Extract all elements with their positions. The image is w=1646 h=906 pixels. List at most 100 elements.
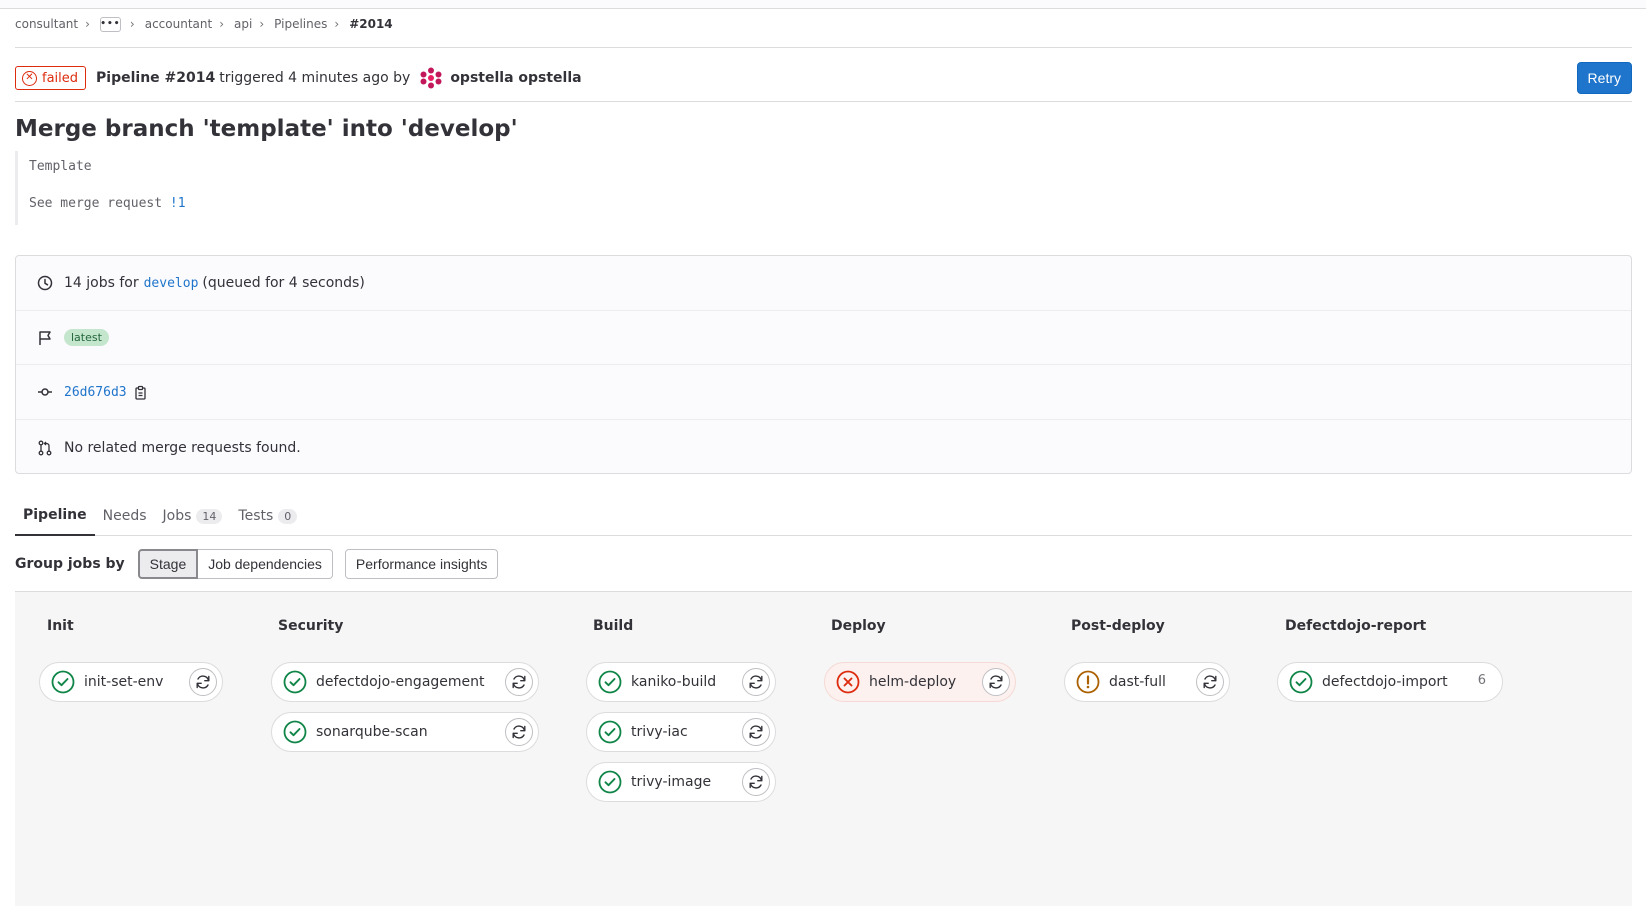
tab-tests[interactable]: Tests 0: [230, 496, 305, 536]
tab-label: Needs: [102, 508, 147, 524]
info-row-merge-requests: No related merge requests found.: [16, 420, 1631, 475]
status-failed-icon: [836, 670, 860, 694]
retry-icon[interactable]: [982, 668, 1010, 696]
job-name: dast-full: [1109, 674, 1166, 690]
group-jobs-by: Group jobs by Stage Job dependencies Per…: [15, 548, 499, 580]
status-success-icon: [283, 720, 307, 744]
chevron-right-icon: ›: [259, 17, 265, 31]
status-failed-icon: ✕: [22, 70, 37, 86]
status-success-icon: [598, 770, 622, 794]
divider: [15, 101, 1632, 102]
stage-title-deploy: Deploy: [831, 618, 886, 634]
tab-label: Pipeline: [23, 507, 87, 523]
group-by-stage-button[interactable]: Stage: [137, 549, 199, 579]
triggered-text: triggered 4 minutes ago by: [219, 70, 411, 86]
chevron-right-icon: ›: [334, 17, 340, 31]
retry-icon[interactable]: [742, 668, 770, 696]
merge-request-icon: [36, 439, 54, 457]
breadcrumb-current[interactable]: #2014: [349, 17, 392, 31]
commit-desc-line: Template: [29, 159, 92, 174]
breadcrumb-accountant[interactable]: accountant: [145, 17, 212, 31]
stage-title-build: Build: [593, 618, 634, 634]
user-name[interactable]: opstella opstella: [450, 70, 581, 86]
tab-needs[interactable]: Needs: [95, 496, 155, 536]
status-success-icon: [51, 670, 75, 694]
job-sonarqube-scan[interactable]: sonarqube-scan: [271, 712, 539, 752]
pipeline-header: ✕ failed Pipeline #2014 triggered 4 minu…: [15, 62, 1632, 94]
commit-desc-line: See merge request !1: [29, 196, 186, 211]
branch-link[interactable]: develop: [144, 276, 199, 291]
job-trivy-iac[interactable]: trivy-iac: [586, 712, 776, 752]
top-bar: [0, 0, 1646, 9]
jobs-count-text: 14 jobs for: [64, 275, 139, 291]
queued-text: (queued for 4 seconds): [202, 275, 365, 291]
job-kaniko-build[interactable]: kaniko-build: [586, 662, 776, 702]
merge-request-text: See merge request: [29, 196, 170, 211]
divider: [15, 47, 1632, 48]
job-name: init-set-env: [84, 674, 164, 690]
breadcrumb-pipelines[interactable]: Pipelines: [274, 17, 327, 31]
merge-request-link[interactable]: !1: [170, 196, 186, 211]
job-dast-full[interactable]: dast-full: [1064, 662, 1230, 702]
retry-icon[interactable]: [505, 718, 533, 746]
job-name: kaniko-build: [631, 674, 717, 690]
status-label: failed: [42, 70, 79, 86]
chevron-right-icon: ›: [85, 17, 90, 31]
job-name: sonarqube-scan: [316, 724, 428, 740]
breadcrumb-consultant[interactable]: consultant: [15, 17, 78, 31]
pipeline-graph: Init init-set-env Security defectdojo-en…: [15, 591, 1632, 906]
job-group-count: 6: [1477, 673, 1486, 688]
status-success-icon: [283, 670, 307, 694]
job-helm-deploy[interactable]: helm-deploy: [824, 662, 1016, 702]
status-success-icon: [1289, 670, 1313, 694]
job-name: trivy-image: [631, 774, 712, 790]
group-by-dependencies-button[interactable]: Job dependencies: [198, 549, 333, 579]
avatar[interactable]: [420, 67, 443, 89]
retry-icon[interactable]: [189, 668, 217, 696]
info-row-jobs: 14 jobs for develop (queued for 4 second…: [16, 256, 1631, 311]
stage-title-post-deploy: Post-deploy: [1071, 618, 1165, 634]
commit-icon: [36, 383, 54, 401]
info-row-badges: latest: [16, 311, 1631, 365]
breadcrumb-api[interactable]: api: [234, 17, 252, 31]
commit-description: Template See merge request !1: [15, 151, 515, 225]
group-jobs-label: Group jobs by: [15, 556, 125, 572]
commit-title: Merge branch 'template' into 'develop': [15, 116, 518, 142]
stage-title-security: Security: [278, 618, 344, 634]
breadcrumb-ellipsis-button[interactable]: •••: [99, 16, 121, 32]
clock-icon: [36, 274, 54, 292]
no-merge-requests-text: No related merge requests found.: [64, 439, 301, 456]
job-name: defectdojo-import: [1322, 674, 1448, 690]
retry-icon[interactable]: [505, 668, 533, 696]
tab-label: Jobs: [162, 508, 192, 524]
chevron-right-icon: ›: [219, 17, 225, 31]
retry-button[interactable]: Retry: [1576, 62, 1632, 94]
retry-icon[interactable]: [1196, 668, 1224, 696]
chevron-right-icon: ›: [129, 17, 135, 31]
pipeline-header-text: Pipeline #2014 triggered 4 minutes ago b…: [96, 67, 582, 89]
tab-pipeline[interactable]: Pipeline: [15, 496, 95, 536]
job-name: helm-deploy: [869, 674, 957, 690]
copy-icon[interactable]: [134, 385, 148, 400]
status-badge[interactable]: ✕ failed: [15, 66, 87, 90]
tab-label: Tests: [238, 508, 274, 524]
job-defectdojo-import[interactable]: defectdojo-import 6: [1277, 662, 1503, 702]
tab-jobs[interactable]: Jobs 14: [155, 496, 231, 536]
job-init-set-env[interactable]: init-set-env: [39, 662, 223, 702]
pipeline-label: Pipeline #2014: [96, 70, 216, 86]
retry-icon[interactable]: [742, 718, 770, 746]
job-name: trivy-iac: [631, 724, 688, 740]
info-row-commit: 26d676d3: [16, 365, 1631, 420]
breadcrumb: consultant › ••• › accountant › api › Pi…: [15, 15, 393, 33]
retry-icon[interactable]: [742, 768, 770, 796]
flag-icon: [36, 329, 54, 347]
performance-insights-button[interactable]: Performance insights: [344, 549, 499, 579]
status-success-icon: [598, 720, 622, 744]
tab-count-badge: 0: [278, 508, 298, 524]
commit-sha-link[interactable]: 26d676d3: [64, 385, 127, 400]
status-success-icon: [598, 670, 622, 694]
job-defectdojo-engagement[interactable]: defectdojo-engagement: [271, 662, 539, 702]
job-trivy-image[interactable]: trivy-image: [586, 762, 776, 802]
pipeline-tabs: Pipeline Needs Jobs 14 Tests 0: [15, 496, 1632, 536]
latest-badge: latest: [64, 329, 109, 346]
